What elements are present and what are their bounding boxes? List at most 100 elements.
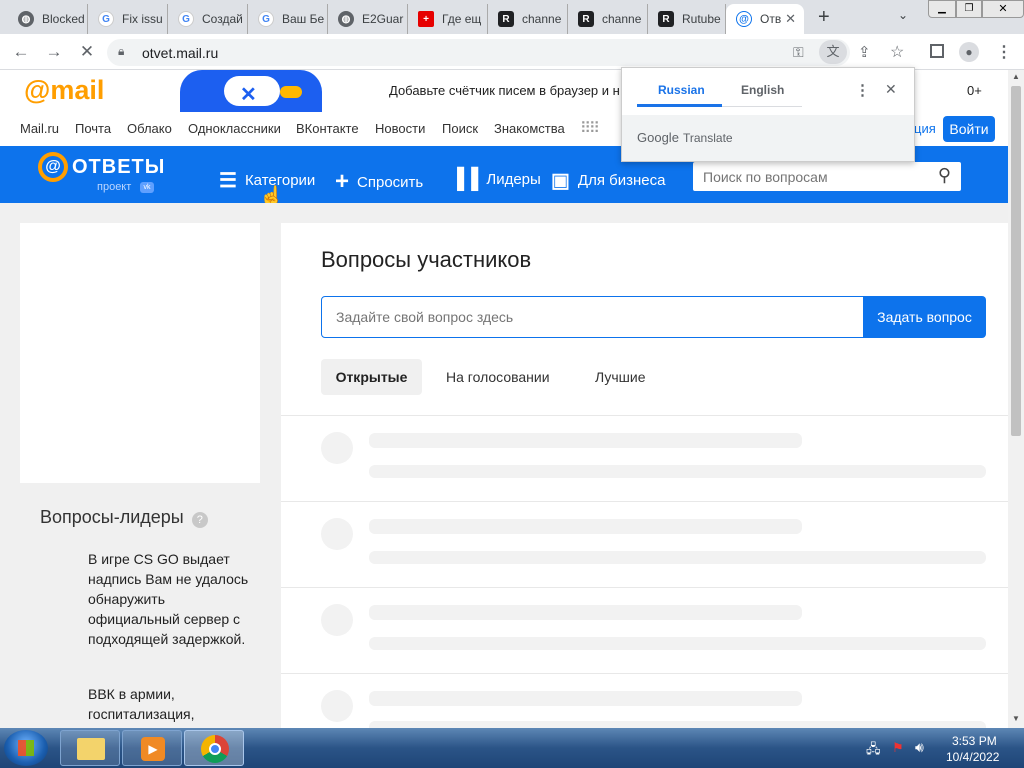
lang-english-tab[interactable]: English (741, 83, 784, 97)
tab-3[interactable]: G Создай (168, 4, 248, 34)
volume-icon[interactable]: 🔊︎ (915, 739, 924, 756)
clock-date[interactable]: 10/4/2022 (946, 750, 999, 764)
start-button[interactable] (4, 730, 48, 766)
leaders-heading: Вопросы-лидеры ? (40, 507, 208, 528)
nav-business[interactable]: ▣ Для бизнеса (551, 168, 665, 193)
skeleton-avatar (321, 432, 353, 464)
translate-icon[interactable]: 文 (819, 40, 847, 64)
taskbar-chrome[interactable] (184, 730, 244, 766)
divider (281, 501, 1008, 502)
ask-button[interactable]: Задать вопрос (863, 296, 986, 338)
ad-panel (20, 223, 260, 483)
nav-ask[interactable]: + Спросить (335, 168, 423, 196)
portal-link-news[interactable]: Новости (375, 121, 425, 136)
search-box[interactable]: ⚲ (693, 162, 961, 191)
tab-4[interactable]: G Ваш Бе (248, 4, 328, 34)
globe-icon: ◍ (18, 11, 34, 27)
scroll-thumb[interactable] (1011, 86, 1021, 436)
clock-time[interactable]: 3:53 PM (952, 734, 997, 748)
portal-link-pochta[interactable]: Почта (75, 121, 111, 136)
menu-kebab-icon[interactable]: ⋮ (996, 42, 1012, 62)
bookmark-star-icon[interactable]: ☆ (890, 42, 904, 62)
page-scrollbar[interactable]: ▲ ▼ (1008, 70, 1024, 728)
tab-6[interactable]: + Где ещ (408, 4, 488, 34)
promo-text[interactable]: Добавьте счётчик писем в браузер и н (389, 83, 620, 98)
tab-7[interactable]: Rchanne (488, 4, 568, 34)
scroll-down-icon[interactable]: ▼ (1012, 714, 1020, 723)
maximize-icon[interactable]: ❐ (956, 0, 982, 18)
scroll-up-icon[interactable]: ▲ (1012, 72, 1020, 81)
help-icon[interactable]: ? (191, 511, 208, 528)
translate-close-icon[interactable]: ✕ (885, 81, 897, 98)
search-icon[interactable]: ⚲ (938, 165, 951, 186)
profile-icon[interactable]: ● (959, 42, 979, 62)
portal-link-search[interactable]: Поиск (442, 121, 478, 136)
tab-1[interactable]: ◍ Blocked (8, 4, 88, 34)
url-text[interactable]: otvet.mail.ru (142, 45, 218, 61)
media-player-icon: ▶ (141, 737, 165, 761)
otvety-logo-text[interactable]: ОТВЕТЫ (72, 156, 165, 179)
nav-leaders[interactable]: ▐▐ Лидеры (450, 168, 541, 191)
tab-5[interactable]: ◍ E2Guar (328, 4, 408, 34)
portal-link-mailru[interactable]: Mail.ru (20, 121, 59, 136)
tab-search-icon[interactable]: ⌄ (898, 8, 908, 22)
folder-icon (77, 738, 105, 760)
network-icon[interactable]: 🖧︎ (866, 740, 881, 762)
back-icon[interactable]: ← (10, 42, 32, 62)
portal-link-ok[interactable]: Одноклассники (188, 121, 281, 136)
tab-2[interactable]: G Fix issu (88, 4, 168, 34)
ask-box[interactable] (321, 296, 864, 338)
skeleton-avatar (321, 604, 353, 636)
rutube-icon: R (658, 11, 674, 27)
mail-logo[interactable]: @mail (24, 75, 104, 106)
taskbar-explorer[interactable] (60, 730, 120, 766)
taskbar-mediaplayer[interactable]: ▶ (122, 730, 182, 766)
portal-link-oblako[interactable]: Облако (127, 121, 172, 136)
briefcase-icon: ▣ (551, 170, 570, 192)
leader-question-1[interactable]: В игре CS GO выдает надпись Вам не удало… (88, 549, 256, 649)
page-title: Вопросы участников (321, 247, 532, 272)
skeleton-line (369, 691, 802, 706)
forward-icon[interactable]: → (43, 42, 65, 62)
skeleton-line (369, 551, 986, 564)
search-input[interactable] (693, 162, 928, 191)
translate-product: Translate (683, 131, 733, 145)
login-button[interactable]: Войти (943, 116, 995, 142)
list-icon: ☰ (219, 170, 237, 192)
otvety-logo-icon[interactable]: @ (38, 152, 68, 182)
action-center-icon[interactable]: ⚑ (892, 740, 904, 756)
side-panel-icon[interactable] (930, 44, 944, 58)
tab-active[interactable]: @ Отв ✕ (726, 4, 804, 34)
minimize-icon[interactable]: ▁ (928, 0, 956, 18)
address-bar[interactable] (107, 39, 850, 66)
portal-link-vk[interactable]: ВКонтакте (296, 121, 359, 136)
windows-logo-icon (18, 740, 34, 756)
google-brand: Google (637, 130, 679, 145)
apps-grid-icon[interactable]: ⠿⠿ (580, 119, 600, 137)
portal-link-dating[interactable]: Знакомства (494, 121, 565, 136)
tab-voting[interactable]: На голосовании (446, 369, 550, 385)
rutube-icon: R (578, 11, 594, 27)
close-tab-icon[interactable]: ✕ (785, 11, 796, 27)
translate-footer: Google Translate (622, 115, 914, 161)
leader-question-2[interactable]: ВВК в армии, госпитализация, (88, 684, 256, 728)
register-link[interactable]: ция (914, 121, 936, 136)
rutube-icon: R (498, 11, 514, 27)
promo-graphic[interactable]: ✕ (180, 70, 322, 112)
translate-options-icon[interactable]: ⋮ (855, 81, 870, 99)
tab-best[interactable]: Лучшие (595, 369, 645, 385)
globe-icon: ◍ (338, 11, 354, 27)
lock-icon[interactable]: 🔒︎ (118, 44, 124, 59)
lang-russian-tab[interactable]: Russian (658, 83, 705, 97)
stop-loading-icon[interactable]: ✕ (76, 42, 98, 62)
tab-open[interactable]: Открытые (321, 359, 422, 395)
tab-9[interactable]: R Rutube (648, 4, 726, 34)
ask-input[interactable] (322, 297, 863, 337)
key-icon[interactable]: ⚿ (793, 44, 804, 61)
close-window-icon[interactable]: ✕ (982, 0, 1024, 18)
translate-popup: Russian English ⋮ ✕ Google Translate (621, 67, 915, 162)
tab-8[interactable]: Rchanne (568, 4, 648, 34)
skeleton-avatar (321, 518, 353, 550)
new-tab-button[interactable]: + (818, 6, 830, 29)
share-icon[interactable]: ⇪ (858, 43, 871, 61)
